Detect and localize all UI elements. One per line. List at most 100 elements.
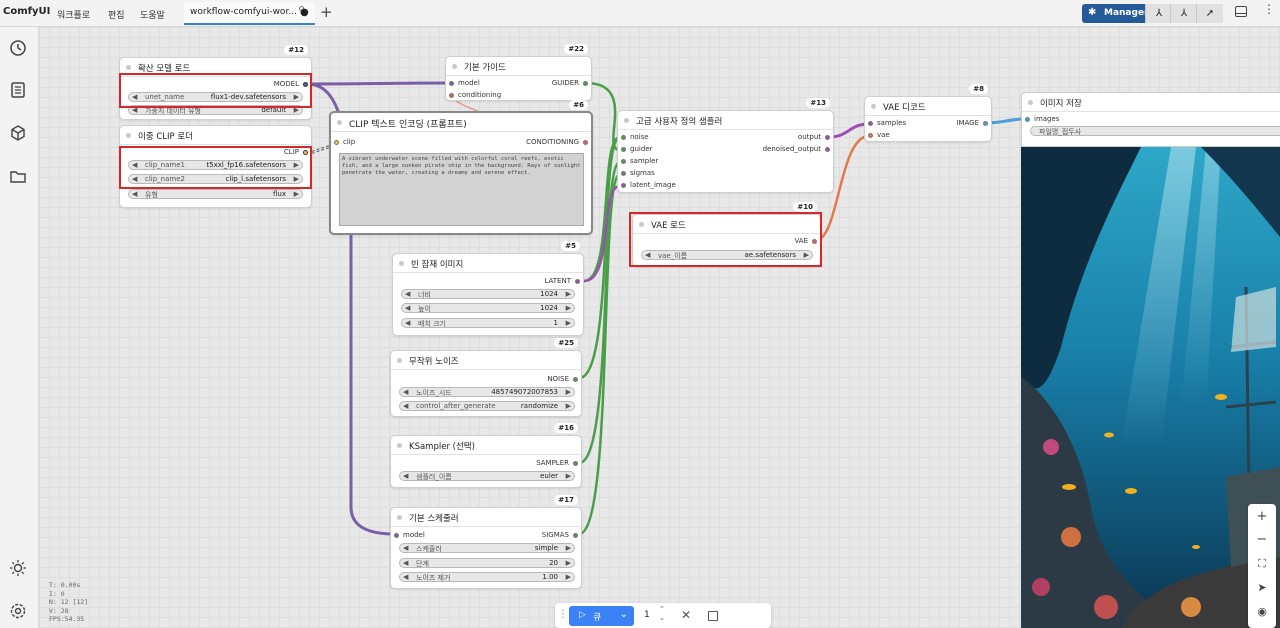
- arrow-left-icon[interactable]: ◀: [132, 190, 137, 198]
- output-dot[interactable]: [573, 533, 578, 538]
- input-dot[interactable]: [621, 171, 626, 176]
- sun-icon[interactable]: [8, 558, 28, 578]
- node-basic-scheduler[interactable]: #17 기본 스케줄러 model SIGMAS ◀ 스케줄러 simple ▶…: [390, 495, 582, 589]
- batch-count-input[interactable]: 1: [644, 610, 650, 620]
- input-noise[interactable]: noise: [618, 133, 649, 141]
- manager-button[interactable]: ✱ Manager: [1082, 4, 1149, 23]
- batch-size-number[interactable]: ◀ 배치 크기 1 ▶: [401, 318, 575, 328]
- steps-number[interactable]: ◀ 단계 20 ▶: [399, 558, 575, 568]
- add-tab-button[interactable]: +: [320, 3, 333, 21]
- pointer-icon[interactable]: ➤: [1248, 577, 1276, 599]
- node-map-icon[interactable]: ⅄: [1145, 4, 1172, 23]
- clip-type-combo[interactable]: ◀ 유형 flux ▶: [128, 189, 303, 199]
- node-save-image[interactable]: 이미지 저장 images 파일명_접두사: [1021, 92, 1280, 147]
- tab-unsaved-dot[interactable]: ●: [299, 6, 309, 18]
- scheduler-combo[interactable]: ◀ 스케줄러 simple ▶: [399, 543, 575, 553]
- arrow-left-icon[interactable]: ◀: [403, 559, 408, 567]
- document-icon[interactable]: [8, 80, 28, 100]
- node-empty-latent-image[interactable]: #5 빈 잠재 이미지 LATENT ◀ 너비 1024 ▶ ◀ 높이 1024…: [392, 241, 584, 336]
- input-dot[interactable]: [449, 81, 454, 86]
- input-dot[interactable]: [1025, 117, 1030, 122]
- node-ksampler-select[interactable]: #16 KSampler (선택) SAMPLER ◀ 샘플러_이름 euler…: [390, 423, 582, 488]
- history-icon[interactable]: [8, 38, 28, 58]
- output-dot[interactable]: [583, 81, 588, 86]
- sampler-name-combo[interactable]: ◀ 샘플러_이름 euler ▶: [399, 471, 575, 481]
- arrow-right-icon[interactable]: ▶: [566, 472, 571, 480]
- workflow-tab[interactable]: workflow-comfyui-wor... ●: [184, 2, 315, 25]
- arrow-right-icon[interactable]: ▶: [566, 304, 571, 312]
- cube-icon[interactable]: [8, 123, 28, 143]
- input-conditioning[interactable]: conditioning: [446, 91, 501, 99]
- chevron-down-icon[interactable]: ⌄: [620, 609, 628, 620]
- input-dot[interactable]: [868, 121, 873, 126]
- input-dot[interactable]: [334, 140, 339, 145]
- fit-view-icon[interactable]: ⛶: [1248, 553, 1276, 575]
- node-clip-text-encode[interactable]: #6 CLIP 텍스트 인코딩 (프롬프트) clip CONDITIONING…: [329, 100, 593, 235]
- arrow-right-icon[interactable]: ▶: [566, 290, 571, 298]
- arrow-left-icon[interactable]: ◀: [405, 304, 410, 312]
- input-dot[interactable]: [868, 133, 873, 138]
- arrow-right-icon[interactable]: ▶: [566, 402, 571, 410]
- input-dot[interactable]: [394, 533, 399, 538]
- height-number[interactable]: ◀ 높이 1024 ▶: [401, 303, 575, 313]
- zoom-out-button[interactable]: −: [1248, 529, 1276, 551]
- denoise-number[interactable]: ◀ 노이즈 제거 1.00 ▶: [399, 572, 575, 582]
- count-stepper-icon[interactable]: ⌃ ⌄: [659, 605, 665, 623]
- menu-workflow[interactable]: 워크플로: [57, 8, 90, 21]
- input-dot[interactable]: [621, 147, 626, 152]
- input-sigmas[interactable]: sigmas: [618, 169, 655, 177]
- input-vae[interactable]: vae: [865, 131, 890, 139]
- input-clip[interactable]: clip: [331, 138, 355, 146]
- arrow-left-icon[interactable]: ◀: [403, 402, 408, 410]
- input-sampler[interactable]: sampler: [618, 157, 658, 165]
- output-dot[interactable]: [573, 377, 578, 382]
- output-dot[interactable]: [983, 121, 988, 126]
- arrow-right-icon[interactable]: ▶: [566, 319, 571, 327]
- input-latent-image[interactable]: latent_image: [618, 181, 676, 189]
- model-manager-icon[interactable]: ⅄: [1170, 4, 1197, 23]
- output-conditioning[interactable]: CONDITIONING: [526, 138, 591, 146]
- output-denoised[interactable]: denoised_output: [763, 145, 833, 153]
- input-model[interactable]: model: [446, 79, 480, 87]
- arrow-right-icon[interactable]: ▶: [566, 388, 571, 396]
- output-dot[interactable]: [583, 140, 588, 145]
- bottom-panel-icon[interactable]: [1235, 6, 1247, 17]
- stop-icon[interactable]: [708, 611, 718, 621]
- drag-handle-icon[interactable]: ⋮: [558, 609, 568, 620]
- menu-help[interactable]: 도움말: [140, 8, 165, 21]
- arrow-left-icon[interactable]: ◀: [405, 319, 410, 327]
- output-sigmas[interactable]: SIGMAS: [542, 531, 581, 539]
- settings-icon[interactable]: [8, 601, 28, 621]
- more-icon[interactable]: ⋮: [1263, 2, 1275, 16]
- output-dot[interactable]: [825, 135, 830, 140]
- arrow-left-icon[interactable]: ◀: [403, 472, 408, 480]
- share-icon[interactable]: ➚: [1196, 4, 1223, 23]
- input-dot[interactable]: [621, 135, 626, 140]
- output-guider[interactable]: GUIDER: [552, 79, 591, 87]
- arrow-right-icon[interactable]: ▶: [566, 544, 571, 552]
- input-dot[interactable]: [449, 93, 454, 98]
- node-sampler-custom-advanced[interactable]: #13 고급 사용자 정의 샘플러 noise guider sampler s…: [617, 98, 834, 193]
- arrow-left-icon[interactable]: ◀: [403, 544, 408, 552]
- output-latent[interactable]: LATENT: [544, 277, 583, 285]
- output-image[interactable]: IMAGE: [956, 119, 991, 127]
- control-after-generate-combo[interactable]: ◀ control_after_generate randomize ▶: [399, 401, 575, 411]
- cancel-icon[interactable]: ✕: [681, 608, 691, 622]
- arrow-right-icon[interactable]: ▶: [294, 190, 299, 198]
- node-vae-decode[interactable]: #8 VAE 디코드 samples vae IMAGE: [864, 84, 992, 142]
- input-samples[interactable]: samples: [865, 119, 906, 127]
- arrow-right-icon[interactable]: ▶: [566, 573, 571, 581]
- node-random-noise[interactable]: #25 무작위 노이즈 NOISE ◀ 노이즈_시드 4857490720078…: [390, 338, 582, 417]
- input-images[interactable]: images: [1022, 115, 1059, 123]
- input-model[interactable]: model: [391, 531, 425, 539]
- arrow-left-icon[interactable]: ◀: [403, 388, 408, 396]
- output-noise[interactable]: NOISE: [547, 375, 581, 383]
- prompt-textarea[interactable]: A vibrant underwater scene filled with c…: [339, 153, 584, 226]
- node-basic-guider[interactable]: #22 기본 가이드 model conditioning GUIDER: [445, 44, 592, 101]
- output-dot[interactable]: [575, 279, 580, 284]
- input-dot[interactable]: [621, 183, 626, 188]
- output-output[interactable]: output: [798, 133, 833, 141]
- output-sampler[interactable]: SAMPLER: [536, 459, 581, 467]
- arrow-left-icon[interactable]: ◀: [405, 290, 410, 298]
- queue-run-button[interactable]: ▷ 큐 ⌄: [569, 606, 634, 626]
